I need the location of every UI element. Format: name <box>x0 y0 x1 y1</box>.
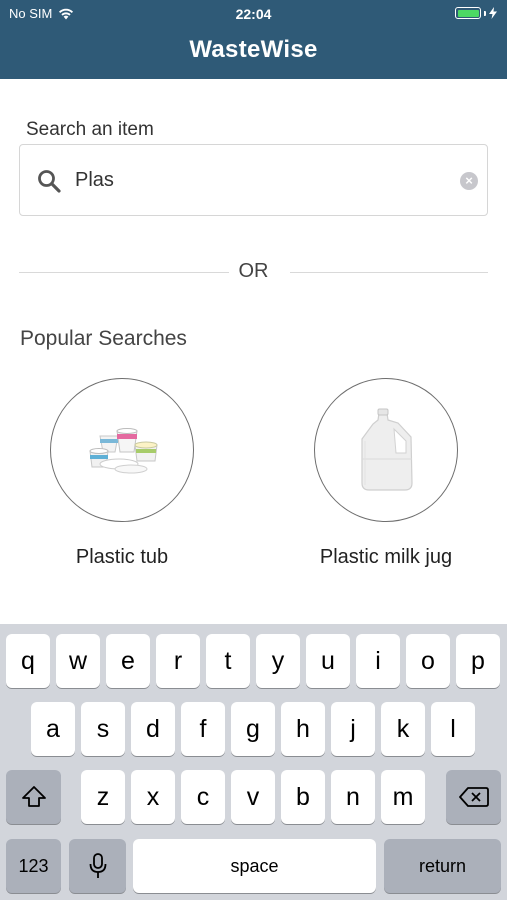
plastic-tub-image-circle[interactable] <box>50 378 194 522</box>
key-t[interactable]: t <box>206 634 250 688</box>
key-w[interactable]: w <box>56 634 100 688</box>
numbers-key[interactable]: 123 <box>6 839 61 893</box>
on-screen-keyboard: q w e r t y u i o p a s d f g h j k l z … <box>0 624 507 900</box>
key-l[interactable]: l <box>431 702 475 756</box>
backspace-icon <box>458 787 489 807</box>
status-time: 22:04 <box>235 6 272 22</box>
plastic-milk-jug-image <box>361 408 413 491</box>
shift-icon <box>21 786 46 807</box>
space-key[interactable]: space <box>133 839 376 893</box>
key-n[interactable]: n <box>331 770 375 824</box>
shift-key[interactable] <box>6 770 61 824</box>
key-m[interactable]: m <box>381 770 425 824</box>
search-label: Search an item <box>26 119 154 140</box>
key-u[interactable]: u <box>306 634 350 688</box>
status-bar: No SIM 22:04 <box>0 4 507 24</box>
key-s[interactable]: s <box>81 702 125 756</box>
search-input[interactable]: Plas × <box>19 144 488 216</box>
key-b[interactable]: b <box>281 770 325 824</box>
key-f[interactable]: f <box>181 702 225 756</box>
key-z[interactable]: z <box>81 770 125 824</box>
search-input-value: Plas <box>75 169 114 191</box>
key-o[interactable]: o <box>406 634 450 688</box>
search-icon <box>38 170 61 193</box>
popular-item-plastic-milk-jug[interactable]: Plastic milk jug <box>286 378 486 569</box>
plastic-tubs-image <box>89 428 158 474</box>
popular-item-label: Plastic tub <box>75 546 169 568</box>
popular-searches-title: Popular Searches <box>20 327 187 350</box>
key-p[interactable]: p <box>456 634 500 688</box>
key-c[interactable]: c <box>181 770 225 824</box>
backspace-key[interactable] <box>446 770 501 824</box>
key-y[interactable]: y <box>256 634 300 688</box>
or-divider-label: OR <box>238 260 269 282</box>
key-e[interactable]: e <box>106 634 150 688</box>
return-key[interactable]: return <box>384 839 501 893</box>
key-x[interactable]: x <box>131 770 175 824</box>
battery-icon <box>455 7 497 19</box>
popular-item-plastic-tub[interactable]: Plastic tub <box>22 378 222 569</box>
popular-item-label: Plastic milk jug <box>319 546 453 568</box>
plastic-milk-jug-image-circle[interactable] <box>314 378 458 522</box>
key-q[interactable]: q <box>6 634 50 688</box>
key-g[interactable]: g <box>231 702 275 756</box>
app-header: No SIM 22:04 WasteWise <box>0 0 507 79</box>
key-h[interactable]: h <box>281 702 325 756</box>
key-k[interactable]: k <box>381 702 425 756</box>
key-a[interactable]: a <box>31 702 75 756</box>
microphone-key[interactable] <box>69 839 126 893</box>
charging-bolt-icon <box>489 7 497 19</box>
key-v[interactable]: v <box>231 770 275 824</box>
app-title: WasteWise <box>189 36 318 63</box>
microphone-icon <box>89 853 106 878</box>
key-i[interactable]: i <box>356 634 400 688</box>
key-r[interactable]: r <box>156 634 200 688</box>
clear-icon[interactable]: × <box>460 172 478 190</box>
key-d[interactable]: d <box>131 702 175 756</box>
key-j[interactable]: j <box>331 702 375 756</box>
